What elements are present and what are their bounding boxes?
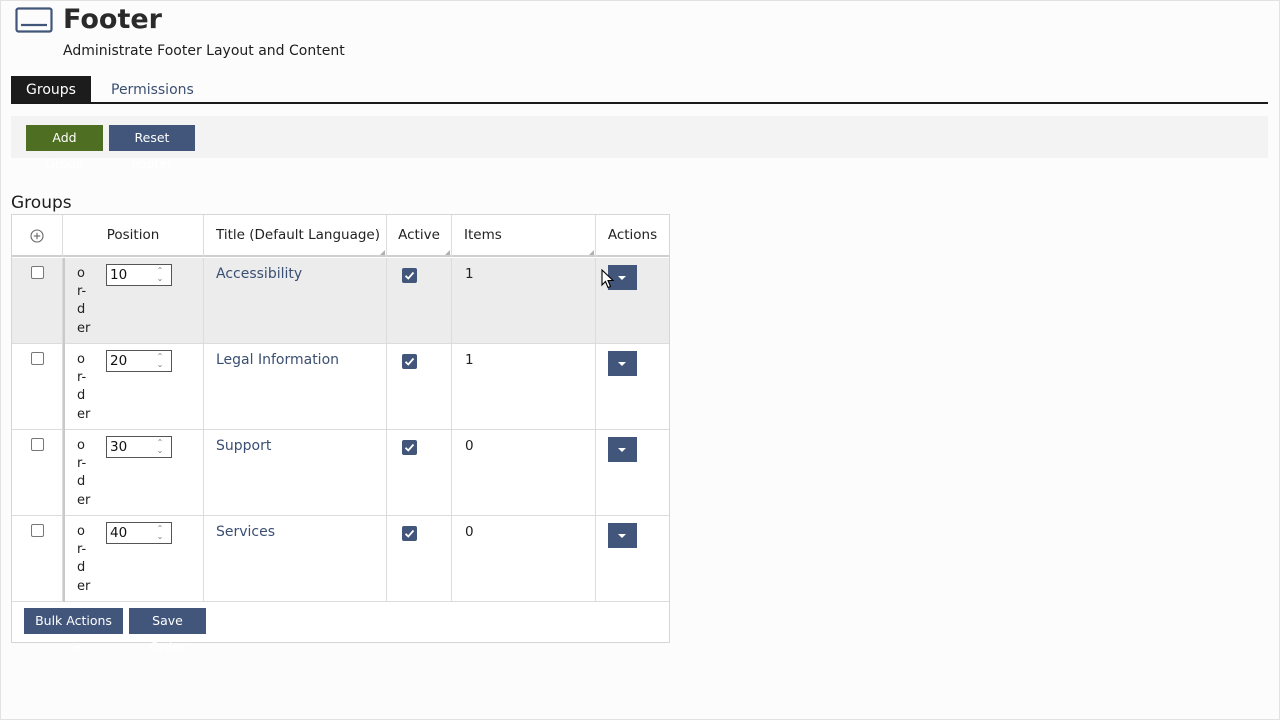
position-input[interactable]: 20 ⌃ ⌄ [106,350,172,372]
table-row: o r- d er 20 ⌃ ⌄ Legal Information 1 [12,344,669,430]
group-title-link[interactable]: Support [216,436,271,456]
column-header-position[interactable]: Position [63,215,204,257]
items-count: 1 [465,266,474,282]
table-footer: Bulk Actions Save Order [12,602,669,654]
position-value: 30 [110,439,128,455]
position-input[interactable]: 30 ⌃ ⌄ [106,436,172,458]
column-header-active[interactable]: Active [387,215,452,257]
actions-cell [596,430,669,516]
items-cell: 1 [452,344,596,430]
actions-cell [596,516,669,602]
position-value: 20 [110,353,128,369]
caret-down-icon [618,534,626,538]
row-checkbox[interactable] [31,524,44,537]
active-checkbox[interactable] [402,526,417,541]
items-count: 1 [465,352,474,368]
active-checkbox[interactable] [402,268,417,283]
row-checkbox[interactable] [31,438,44,451]
row-select-cell [12,430,63,516]
row-checkbox[interactable] [31,352,44,365]
group-title-link[interactable]: Accessibility [216,264,302,284]
table-row: o r- d er 10 ⌃ ⌄ Accessibility 1 [12,258,669,344]
column-header-items-label: Items [464,227,502,243]
order-label: o r- d er [77,266,91,336]
resize-handle[interactable] [445,250,450,255]
resize-handle[interactable] [589,250,594,255]
active-cell [387,516,452,602]
position-cell: o r- d er 40 ⌃ ⌄ [63,516,204,602]
save-order-button[interactable]: Save Order [129,608,206,654]
add-group-button[interactable]: Add Group [26,125,103,171]
group-title-link[interactable]: Legal Information [216,350,339,370]
column-header-actions: Actions [607,227,658,243]
items-cell: 1 [452,258,596,344]
row-actions-dropdown[interactable] [608,523,637,548]
table-row: o r- d er 30 ⌃ ⌄ Support 0 [12,430,669,516]
active-checkbox[interactable] [402,440,417,455]
column-header-active-label: Active [398,227,440,243]
stepper-arrows-icon[interactable]: ⌃ ⌄ [155,525,165,541]
column-header-title-label: Title (Default Language) [216,227,380,243]
stepper-arrows-icon[interactable]: ⌃ ⌄ [155,353,165,369]
tab-permissions[interactable]: Permissions [96,76,209,103]
position-input[interactable]: 40 ⌃ ⌄ [106,522,172,544]
row-select-cell [12,344,63,430]
title-cell: Services [204,516,387,602]
groups-table: Position Title (Default Language) Active… [11,214,670,654]
stepper-arrows-icon[interactable]: ⌃ ⌄ [155,267,165,283]
footer-layout-icon [15,7,53,33]
title-cell: Legal Information [204,344,387,430]
row-checkbox[interactable] [31,266,44,279]
bulk-actions-label: Bulk Actions [35,613,112,628]
table-row: o r- d er 40 ⌃ ⌄ Services 0 [12,516,669,602]
active-cell [387,430,452,516]
items-count: 0 [465,438,474,454]
row-select-cell [12,516,63,602]
row-select-cell [12,258,63,344]
group-title-link[interactable]: Services [216,522,275,542]
row-actions-dropdown[interactable] [608,437,637,462]
items-count: 0 [465,524,474,540]
actions-cell [596,344,669,430]
caret-down-icon [72,645,81,650]
active-checkbox[interactable] [402,354,417,369]
row-actions-dropdown[interactable] [608,351,637,376]
order-label: o r- d er [77,524,91,594]
position-value: 40 [110,525,128,541]
select-all-header [12,215,63,257]
active-cell [387,344,452,430]
items-cell: 0 [452,516,596,602]
tab-groups[interactable]: Groups [11,76,91,103]
stepper-arrows-icon[interactable]: ⌃ ⌄ [155,439,165,455]
title-cell: Support [204,430,387,516]
reset-footer-button[interactable]: Reset Footer [109,125,195,171]
expand-all-icon[interactable] [30,229,44,243]
section-title: Groups [11,193,72,213]
order-label: o r- d er [77,352,91,422]
title-cell: Accessibility [204,258,387,344]
caret-down-icon [618,276,626,280]
mouse-cursor-icon [601,269,615,289]
toolbar: Add Group Reset Footer [11,116,1268,171]
column-header-items[interactable]: Items [452,215,596,257]
position-cell: o r- d er 10 ⌃ ⌄ [63,258,204,344]
caret-down-icon [618,362,626,366]
position-value: 10 [110,267,128,283]
bulk-actions-button[interactable]: Bulk Actions [24,608,123,650]
order-label: o r- d er [77,438,91,508]
resize-handle[interactable] [380,250,385,255]
page-title: Footer [63,4,162,35]
table-header: Position Title (Default Language) Active… [12,215,669,257]
tab-bar: Groups Permissions [11,76,1268,104]
page-subtitle: Administrate Footer Layout and Content [63,43,345,59]
caret-down-icon [618,448,626,452]
position-cell: o r- d er 20 ⌃ ⌄ [63,344,204,430]
active-cell [387,258,452,344]
position-input[interactable]: 10 ⌃ ⌄ [106,264,172,286]
items-cell: 0 [452,430,596,516]
column-header-title[interactable]: Title (Default Language) [204,215,387,257]
position-cell: o r- d er 30 ⌃ ⌄ [63,430,204,516]
